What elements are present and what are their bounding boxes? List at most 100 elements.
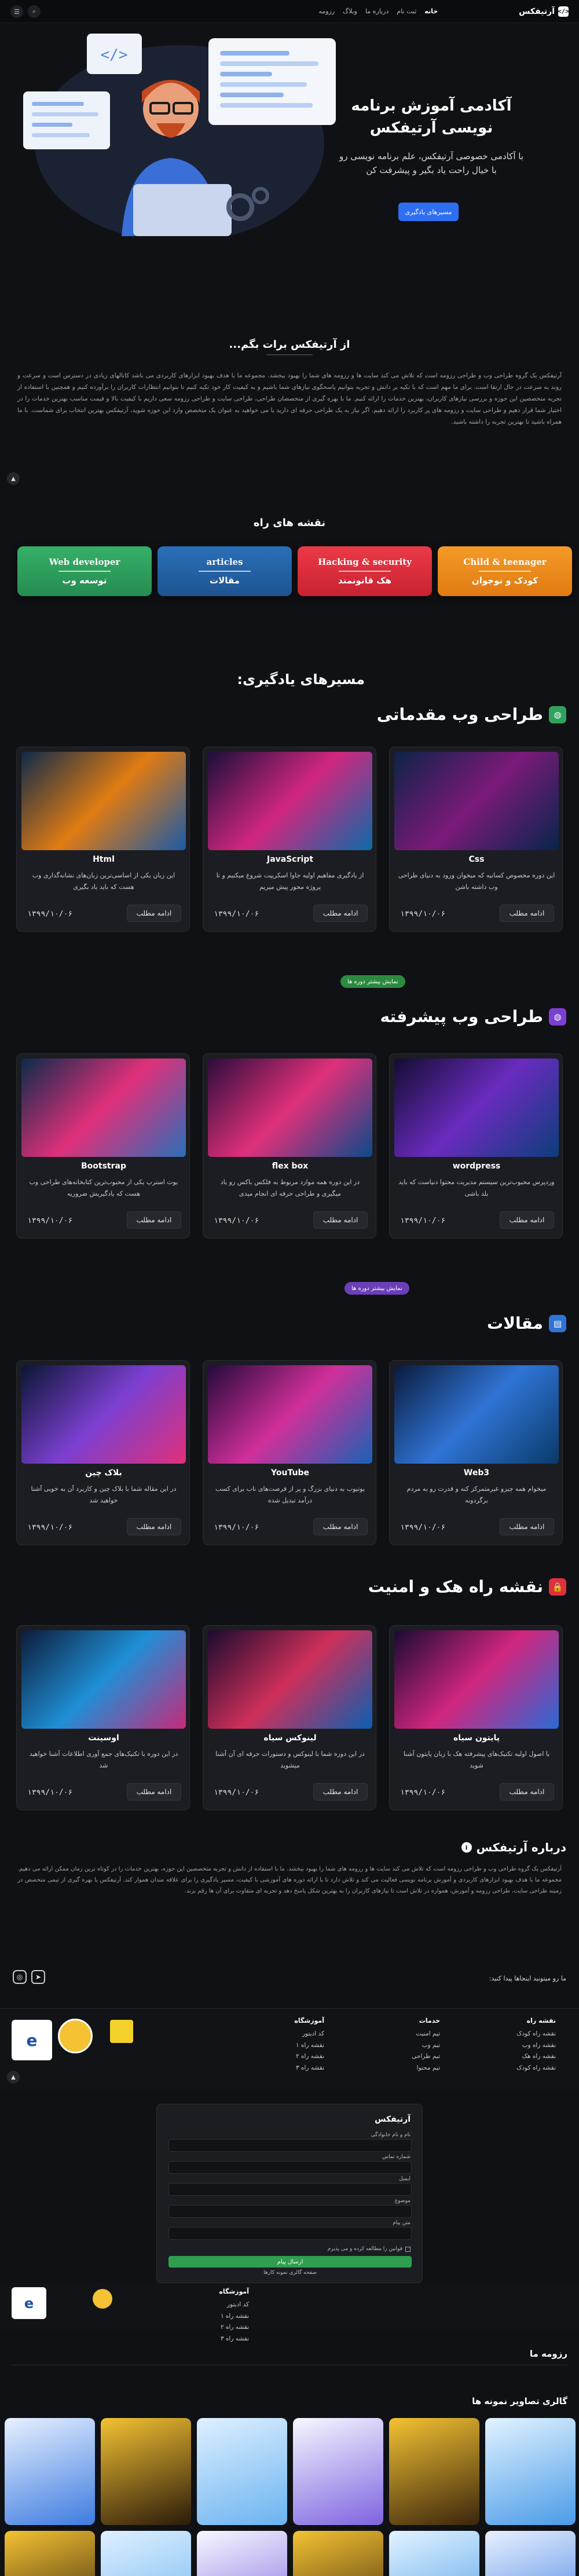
footer-link[interactable]: نقشه راه ۳ — [219, 2334, 249, 2345]
read-more-button[interactable]: ادامه مطلب — [500, 1211, 554, 1229]
gallery-item[interactable] — [389, 2531, 479, 2576]
nav-resume[interactable]: رزومه — [318, 8, 335, 15]
footer-link[interactable]: تیم امنیت — [412, 2029, 440, 2040]
license-seal-icon[interactable] — [58, 2019, 93, 2053]
read-more-button[interactable]: ادامه مطلب — [127, 905, 181, 922]
read-more-button[interactable]: ادامه مطلب — [127, 1518, 181, 1535]
course-card[interactable]: wordpress وردپرس محبوب‌ترین سیستم مدیریت … — [389, 1053, 563, 1239]
footer-link[interactable]: تیم محتوا — [412, 2063, 440, 2074]
read-more-button[interactable]: ادامه مطلب — [500, 1518, 554, 1535]
footer-link[interactable]: نقشه راه ۲ — [219, 2322, 249, 2333]
roadmaps-title: نقشه های راه — [253, 517, 326, 529]
learning-paths-button[interactable]: مسیرهای یادگیری — [398, 203, 459, 221]
chevron-up-icon: ▲ — [11, 2074, 16, 2081]
course-card[interactable]: YouTube یوتیوب به دنیای بزرگ و پر از فرصت… — [203, 1360, 376, 1545]
course-card[interactable]: flex box در این دوره همه موارد مربوط به ف… — [203, 1053, 376, 1239]
gallery-item[interactable] — [5, 2418, 95, 2525]
course-card[interactable]: بلاک چین در این مقاله شما با بلاک چین و ک… — [16, 1360, 190, 1545]
footer-link[interactable]: کد ادیتور — [219, 2299, 249, 2310]
form-input[interactable] — [168, 2205, 412, 2218]
footer-link[interactable]: نقشه راه ۳ — [294, 2063, 324, 2074]
gallery-link[interactable]: صفحه گالری نمونه کارها — [168, 2270, 412, 2276]
intro-text: آرتیفکس یک گروه طراحی وب و طراحی رزومه ا… — [17, 372, 562, 425]
roadmap-child-en: Child & teenager — [463, 557, 547, 567]
brand-logo[interactable]: </> آرتیفکس — [519, 6, 569, 17]
section-title: طراحی وب پیشرفته — [380, 1007, 543, 1026]
nav-blog[interactable]: وبلاگ — [343, 8, 357, 15]
course-card[interactable]: Web3 میخوام همه چیزو غیرمتمرکز کنه و قدرت… — [389, 1360, 563, 1545]
telegram-icon[interactable]: ➤ — [31, 1970, 45, 1984]
footer-link[interactable]: تیم وب — [412, 2040, 440, 2051]
course-description: با اصول اولیه تکنیک‌های پیشرفته هک با زب… — [403, 1750, 550, 1769]
footer-link[interactable]: نقشه راه کودک — [516, 2029, 556, 2040]
course-card[interactable]: Bootstrap بوت استرپ یکی از محبوب‌ترین کتا… — [16, 1053, 190, 1239]
menu-button[interactable]: ☰ — [10, 5, 23, 18]
nav-home[interactable]: خانه — [424, 8, 438, 15]
course-date: ۱۳۹۹/۱۰/۰۶ — [27, 1217, 73, 1225]
gallery-item[interactable] — [101, 2531, 191, 2576]
gallery-item[interactable] — [197, 2418, 287, 2525]
course-card[interactable]: Html این زبان یکی از اساسی‌ترین زبان‌های … — [16, 747, 190, 932]
footer-link[interactable]: نقشه راه وب — [516, 2040, 556, 2051]
footer-col: خدمات تیم امنیت تیم وب تیم طراحی تیم محتوا — [412, 2015, 440, 2074]
show-more-courses[interactable]: نمایش بیشتر دوره ها — [340, 975, 405, 988]
gallery-item[interactable] — [389, 2418, 479, 2525]
roadmap-hacking[interactable]: Hacking & security هک قانونمند — [298, 546, 432, 596]
course-card[interactable]: اوسینت در این دوره با تکنیک‌های جمع آوری … — [16, 1625, 190, 1810]
read-more-button[interactable]: ادامه مطلب — [500, 1783, 554, 1800]
roadmap-web[interactable]: Web developer توسعه وب — [17, 546, 152, 596]
social-links: ➤ ◎ — [13, 1970, 45, 1984]
enamad-badge-icon[interactable]: e — [12, 2287, 46, 2319]
course-image — [208, 752, 372, 850]
footer-col-heading: خدمات — [419, 2017, 440, 2024]
course-description: میخوام همه چیزو غیرمتمرکز کنه و قدرت رو … — [406, 1485, 547, 1504]
gallery-item[interactable] — [197, 2531, 287, 2576]
license-seal-icon[interactable] — [93, 2289, 112, 2309]
gallery-item[interactable] — [101, 2418, 191, 2525]
submit-button[interactable]: ارسال پیام — [168, 2256, 412, 2268]
course-date: ۱۳۹۹/۱۰/۰۶ — [400, 910, 446, 918]
roadmap-articles[interactable]: articles مقالات — [157, 546, 292, 596]
course-title: wordpress — [452, 1162, 501, 1171]
roadmap-child[interactable]: Child & teenager کودک و نوجوان — [438, 546, 572, 596]
zarinpal-badge-icon[interactable] — [110, 2020, 133, 2043]
footer-link[interactable]: تیم طراحی — [412, 2051, 440, 2062]
search-button[interactable]: ⌕ — [28, 5, 41, 18]
read-more-button[interactable]: ادامه مطلب — [127, 1783, 181, 1800]
form-input[interactable] — [168, 2227, 412, 2240]
footer-link[interactable]: نقشه راه ۲ — [294, 2051, 324, 2062]
nav-register[interactable]: ثبت نام — [397, 8, 416, 15]
read-more-button[interactable]: ادامه مطلب — [313, 1518, 368, 1535]
footer-link[interactable]: نقشه راه کودک — [516, 2063, 556, 2074]
gallery-item[interactable] — [485, 2418, 576, 2525]
form-input[interactable] — [168, 2161, 412, 2174]
form-brand: آرتیفکس — [375, 2115, 411, 2124]
read-more-button[interactable]: ادامه مطلب — [500, 905, 554, 922]
footer-link[interactable]: کد ادیتور — [294, 2029, 324, 2040]
course-card[interactable]: لینوکس سیاه در این دوره شما با لینوکس و د… — [203, 1625, 376, 1810]
form-input[interactable] — [168, 2139, 412, 2152]
course-card[interactable]: JavaScript از یادگیری مفاهیم اولیه جاوا ا… — [203, 747, 376, 932]
read-more-button[interactable]: ادامه مطلب — [313, 1783, 368, 1800]
course-card[interactable]: پایتون سیاه با اصول اولیه تکنیک‌های پیشرف… — [389, 1625, 563, 1810]
scroll-top-button[interactable]: ▲ — [7, 2071, 20, 2083]
footer-link[interactable]: نقشه راه ۱ — [294, 2040, 324, 2051]
terms-checkbox[interactable]: قوانین را مطالعه کرده و می پذیرم — [328, 2246, 411, 2252]
enamad-badge-icon[interactable]: e — [12, 2020, 52, 2060]
gallery-item[interactable] — [293, 2418, 383, 2525]
gallery-item[interactable] — [485, 2531, 576, 2576]
collapse-button[interactable]: ▲ — [7, 472, 20, 485]
footer-link[interactable]: نقشه راه ۱ — [219, 2311, 249, 2322]
gallery-item[interactable] — [5, 2531, 95, 2576]
footer-link[interactable]: نقشه راه هک — [516, 2051, 556, 2062]
show-more-courses[interactable]: نمایش بیشتر دوره ها — [345, 1282, 409, 1295]
course-card[interactable]: Css این دوره مخصوص کسانیه که میخوان ورود … — [389, 747, 563, 932]
form-input[interactable] — [168, 2183, 412, 2196]
nav-about[interactable]: درباره ما — [365, 8, 389, 15]
read-more-button[interactable]: ادامه مطلب — [313, 905, 368, 922]
instagram-icon[interactable]: ◎ — [13, 1970, 27, 1984]
read-more-button[interactable]: ادامه مطلب — [127, 1211, 181, 1229]
gallery-item[interactable] — [293, 2531, 383, 2576]
read-more-button[interactable]: ادامه مطلب — [313, 1211, 368, 1229]
divider — [339, 571, 391, 572]
